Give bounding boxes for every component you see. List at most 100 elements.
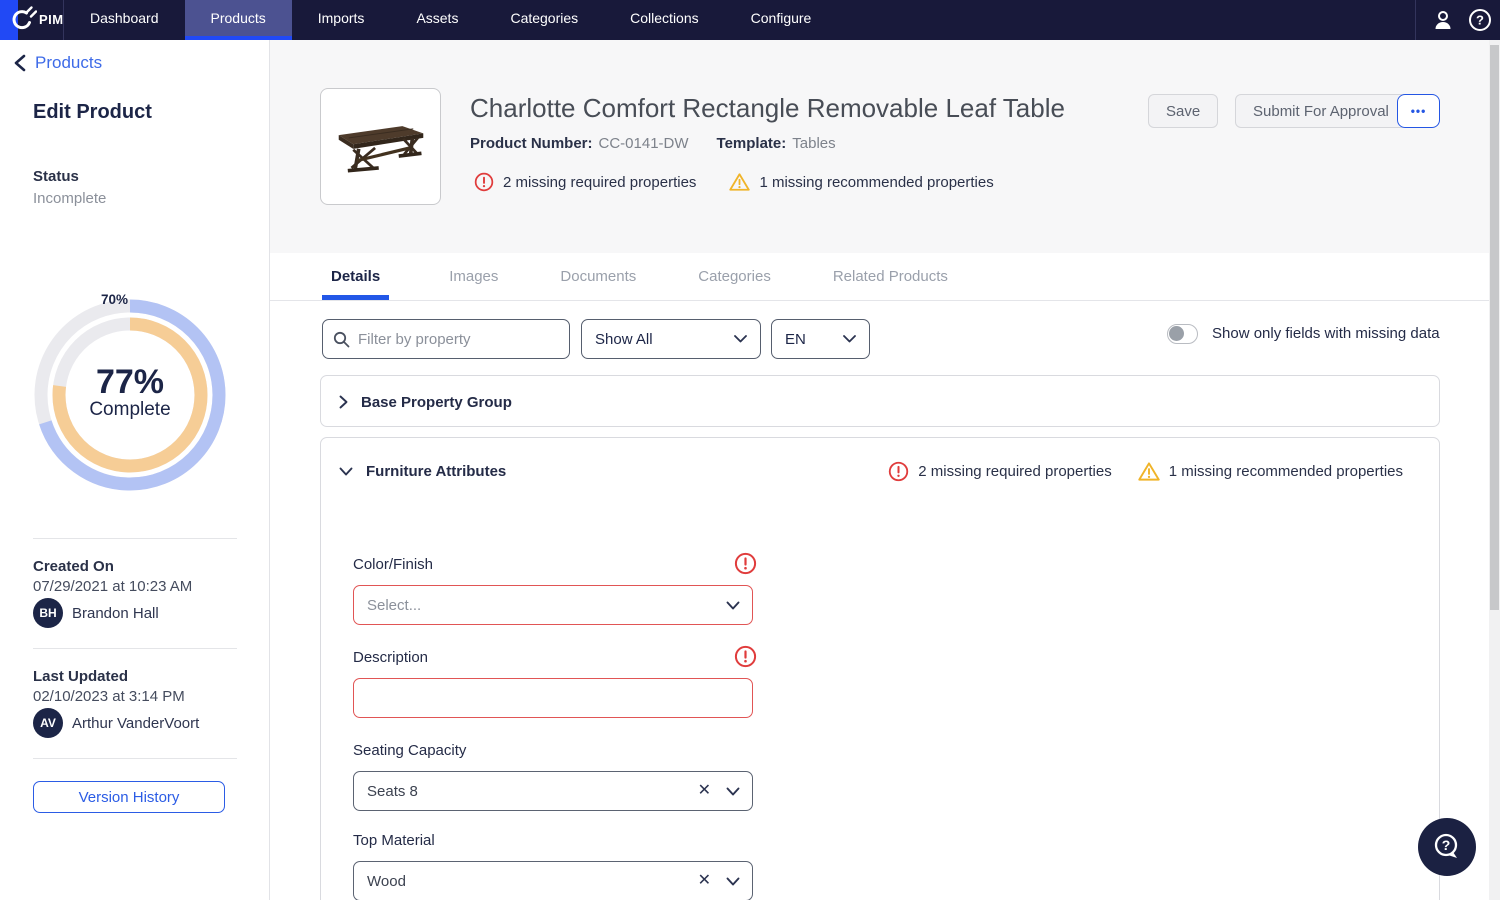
- template-label: Template:: [717, 135, 787, 152]
- tab-categories[interactable]: Categories: [696, 253, 773, 300]
- furniture-attributes-section: Furniture Attributes 2 missing required …: [320, 437, 1440, 900]
- show-all-value: Show All: [595, 331, 653, 348]
- top-material-select[interactable]: Wood ✕: [353, 861, 753, 900]
- chevron-down-icon: [726, 601, 740, 610]
- show-all-dropdown[interactable]: Show All: [581, 319, 761, 359]
- color-finish-placeholder: Select...: [367, 597, 421, 614]
- product-thumbnail: [320, 88, 441, 205]
- field-seating-capacity: Seating Capacity Seats 8 ✕: [353, 742, 753, 811]
- furniture-attributes-header[interactable]: Furniture Attributes: [339, 438, 506, 504]
- avatar: AV: [33, 708, 63, 738]
- sidebar-divider: [33, 648, 237, 649]
- furniture-attributes-warnings: 2 missing required properties 1 missing …: [888, 438, 1403, 504]
- svg-text:?: ?: [1476, 13, 1484, 28]
- more-icon: •••: [1411, 104, 1427, 118]
- color-finish-select[interactable]: Select...: [353, 585, 753, 625]
- submit-for-approval-button[interactable]: Submit For Approval: [1235, 94, 1407, 128]
- language-dropdown[interactable]: EN: [771, 319, 870, 359]
- seating-capacity-label: Seating Capacity: [353, 742, 466, 759]
- avatar: BH: [33, 598, 63, 628]
- property-filter-searchbox[interactable]: [322, 319, 570, 359]
- chat-question-icon: ?: [1431, 831, 1463, 863]
- template-value: Tables: [792, 135, 835, 152]
- main-nav: Dashboard Products Imports Assets Catego…: [64, 0, 837, 40]
- nav-item-configure[interactable]: Configure: [725, 0, 838, 40]
- required-warning-text: 2 missing required properties: [918, 463, 1111, 480]
- tab-details[interactable]: Details: [322, 253, 389, 300]
- edit-product-sidebar: Products Edit Product Status Incomplete …: [0, 40, 270, 900]
- nav-utilities: ?: [1415, 0, 1492, 40]
- brand-name: PIM: [39, 0, 64, 40]
- back-chevron-icon: [13, 54, 27, 72]
- clear-icon[interactable]: ✕: [698, 783, 711, 799]
- tab-related-products[interactable]: Related Products: [831, 253, 950, 300]
- product-tabs: Details Images Documents Categories Rela…: [270, 253, 1489, 301]
- tab-documents[interactable]: Documents: [558, 253, 638, 300]
- missing-data-toggle-label: Show only fields with missing data: [1212, 324, 1440, 344]
- nav-item-collections[interactable]: Collections: [604, 0, 724, 40]
- error-icon: [734, 552, 757, 575]
- top-material-label: Top Material: [353, 832, 435, 849]
- created-on-label: Created On: [33, 558, 114, 575]
- status-label: Status: [33, 168, 79, 185]
- completeness-percent: 77%: [96, 363, 164, 401]
- seating-capacity-select[interactable]: Seats 8 ✕: [353, 771, 753, 811]
- property-filter-input[interactable]: [358, 331, 559, 348]
- vertical-scrollbar: [1489, 40, 1500, 900]
- user-icon[interactable]: [1431, 8, 1455, 32]
- required-warning-text: 2 missing required properties: [503, 174, 696, 191]
- save-button[interactable]: Save: [1148, 94, 1218, 128]
- help-chat-button[interactable]: ?: [1418, 818, 1476, 876]
- chevron-down-icon: [339, 467, 353, 476]
- scrollbar-thumb[interactable]: [1490, 45, 1499, 610]
- missing-data-toggle[interactable]: [1167, 324, 1198, 344]
- seating-capacity-value: Seats 8: [367, 783, 418, 800]
- chevron-down-icon: [726, 787, 740, 796]
- updated-by-name: Arthur VanderVoort: [72, 715, 199, 732]
- more-actions-button[interactable]: •••: [1397, 94, 1440, 128]
- field-color-finish: Color/Finish Select...: [353, 556, 753, 625]
- field-top-material: Top Material Wood ✕: [353, 832, 753, 900]
- color-finish-label: Color/Finish: [353, 556, 433, 573]
- last-updated-date: 02/10/2023 at 3:14 PM: [33, 688, 185, 705]
- error-icon: [734, 645, 757, 668]
- top-material-value: Wood: [367, 873, 406, 890]
- nav-item-dashboard[interactable]: Dashboard: [64, 0, 185, 40]
- recommended-warning-text: 1 missing recommended properties: [759, 174, 993, 191]
- recommended-warning-badge: 1 missing recommended properties: [1138, 461, 1403, 482]
- product-meta: Product Number: CC-0141-DW Template: Tab…: [470, 135, 836, 152]
- chevron-right-icon: [339, 395, 348, 409]
- help-icon[interactable]: ?: [1468, 8, 1492, 32]
- product-number-value: CC-0141-DW: [599, 135, 689, 152]
- header-warnings: 2 missing required properties 1 missing …: [474, 172, 994, 192]
- nav-item-categories[interactable]: Categories: [484, 0, 604, 40]
- chevron-down-icon: [843, 335, 856, 343]
- warning-icon: [1138, 461, 1160, 482]
- back-link-label: Products: [35, 53, 102, 73]
- base-property-group-header[interactable]: Base Property Group: [339, 376, 512, 428]
- top-navbar: PIM Dashboard Products Imports Assets Ca…: [0, 0, 1500, 40]
- field-description: Description: [353, 649, 753, 718]
- base-property-group-label: Base Property Group: [361, 394, 512, 411]
- nav-item-imports[interactable]: Imports: [292, 0, 391, 40]
- brand-logo-icon[interactable]: [7, 5, 37, 35]
- nav-item-assets[interactable]: Assets: [390, 0, 484, 40]
- outer-ring-label: 70%: [101, 292, 128, 307]
- tab-images[interactable]: Images: [447, 253, 500, 300]
- page-title: Edit Product: [33, 101, 152, 124]
- furniture-attributes-label: Furniture Attributes: [366, 463, 506, 480]
- error-icon: [474, 172, 494, 192]
- completeness-chart: 70% 77% Complete: [25, 285, 235, 501]
- version-history-button[interactable]: Version History: [33, 781, 225, 813]
- pim-app: PIM Dashboard Products Imports Assets Ca…: [0, 0, 1500, 900]
- search-icon: [333, 331, 350, 348]
- recommended-warning-text: 1 missing recommended properties: [1169, 463, 1403, 480]
- back-to-products-link[interactable]: Products: [13, 53, 102, 73]
- description-label: Description: [353, 649, 428, 666]
- clear-icon[interactable]: ✕: [698, 873, 711, 889]
- chevron-down-icon: [726, 877, 740, 886]
- description-input[interactable]: [353, 678, 753, 718]
- toggle-knob: [1169, 326, 1184, 341]
- nav-item-products[interactable]: Products: [185, 0, 292, 40]
- base-property-group-section: Base Property Group: [320, 375, 1440, 427]
